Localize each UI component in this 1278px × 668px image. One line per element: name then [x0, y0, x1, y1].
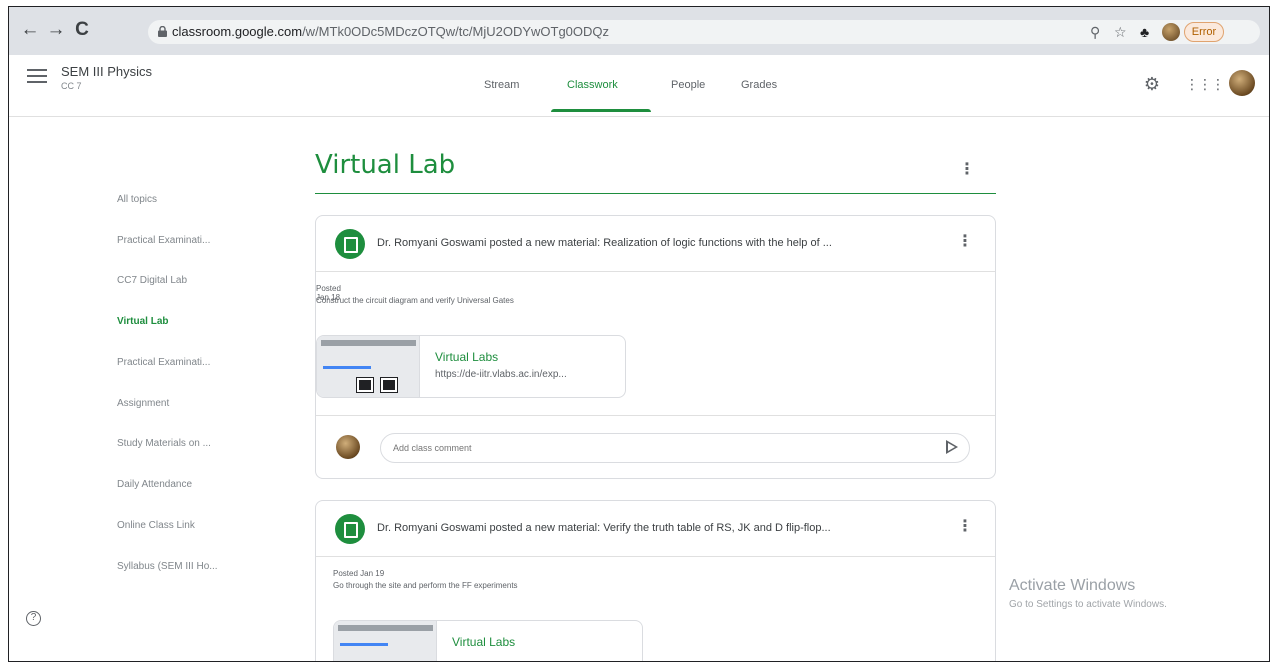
- more-vert-icon[interactable]: ⋮: [959, 159, 975, 179]
- classroom-header: SEM III Physics CC 7 Stream Classwork Pe…: [9, 55, 1269, 117]
- browser-toolbar: ← → C classroom.google.com/w/MTk0ODc5MDc…: [9, 7, 1269, 55]
- forward-icon[interactable]: →: [45, 19, 67, 41]
- url-text: classroom.google.com/w/MTk0ODc5MDczOTQw/…: [172, 24, 609, 39]
- card-title[interactable]: Dr. Romyani Goswami posted a new materia…: [377, 522, 831, 534]
- class-subtitle: CC 7: [61, 81, 82, 91]
- card-title[interactable]: Dr. Romyani Goswami posted a new materia…: [377, 237, 832, 249]
- topic-all[interactable]: All topics: [117, 194, 157, 205]
- menu-icon[interactable]: [27, 69, 47, 85]
- class-title[interactable]: SEM III Physics: [61, 64, 152, 79]
- help-icon[interactable]: ?: [26, 611, 41, 626]
- comment-input[interactable]: [380, 433, 970, 463]
- address-bar[interactable]: classroom.google.com/w/MTk0ODc5MDczOTQw/…: [148, 20, 1260, 44]
- more-vert-icon[interactable]: ⋮: [957, 231, 973, 251]
- activation-watermark-subtitle: Go to Settings to activate Windows.: [1009, 599, 1167, 610]
- more-vert-icon[interactable]: ⋮: [957, 516, 973, 536]
- topic-virtual-lab[interactable]: Virtual Lab: [117, 316, 169, 327]
- extension-icon[interactable]: ♣: [1140, 23, 1149, 41]
- comment-row: [316, 415, 995, 477]
- url-path: /w/MTk0ODc5MDczOTQw/tc/MjU2ODYwOTg0ODQz: [302, 24, 610, 39]
- screen-frame: ← → C classroom.google.com/w/MTk0ODc5MDc…: [8, 6, 1270, 662]
- star-icon[interactable]: ☆: [1114, 23, 1127, 41]
- avatar: [336, 435, 360, 459]
- error-badge[interactable]: Error: [1184, 22, 1224, 42]
- settings-icon[interactable]: ⚙: [1142, 74, 1162, 94]
- topic-practical-exam-2[interactable]: Practical Examinati...: [117, 357, 210, 368]
- posted-date-text: Posted Jan 19: [333, 569, 385, 578]
- attachment-link[interactable]: Virtual Labs https://de-iitr.vlabs.ac.in…: [316, 335, 626, 398]
- tab-grades[interactable]: Grades: [741, 79, 777, 91]
- card-body: Posted Jan 18 Construct the circuit diag…: [316, 273, 956, 413]
- card-header[interactable]: Dr. Romyani Goswami posted a new materia…: [316, 216, 995, 272]
- lock-icon: [158, 26, 167, 37]
- topic-daily-attendance[interactable]: Daily Attendance: [117, 479, 192, 490]
- topic-syllabus[interactable]: Syllabus (SEM III Ho...: [117, 561, 218, 572]
- section-divider: [315, 193, 996, 194]
- material-card: Dr. Romyani Goswami posted a new materia…: [315, 500, 996, 661]
- topic-cc7-digital-lab[interactable]: CC7 Digital Lab: [117, 275, 187, 286]
- card-body: Posted Jan 19 Go through the site and pe…: [333, 558, 973, 661]
- active-tab-indicator: [551, 109, 651, 112]
- send-icon[interactable]: [946, 440, 958, 454]
- url-host: classroom.google.com: [172, 24, 303, 39]
- attachment-thumbnail: [317, 336, 420, 397]
- profile-avatar[interactable]: [1162, 23, 1180, 41]
- section-title: Virtual Lab: [315, 150, 456, 180]
- attachment-link[interactable]: Virtual Labs: [333, 620, 643, 661]
- reload-icon[interactable]: C: [71, 19, 93, 41]
- attachment-thumbnail: [334, 621, 437, 661]
- material-icon: [335, 514, 365, 544]
- avatar[interactable]: [1229, 70, 1255, 96]
- tab-stream[interactable]: Stream: [484, 79, 519, 91]
- attachment-url: https://de-iitr.vlabs.ac.in/exp...: [435, 369, 567, 380]
- zoom-icon[interactable]: ⚲: [1090, 23, 1100, 41]
- activation-watermark-title: Activate Windows: [1009, 577, 1136, 594]
- card-header[interactable]: Dr. Romyani Goswami posted a new materia…: [316, 501, 995, 557]
- topic-online-class-link[interactable]: Online Class Link: [117, 520, 195, 531]
- back-icon[interactable]: ←: [19, 19, 41, 41]
- card-description-text: Construct the circuit diagram and verify…: [316, 296, 514, 305]
- topic-practical-exam-1[interactable]: Practical Examinati...: [117, 235, 210, 246]
- attachment-title[interactable]: Virtual Labs: [435, 350, 498, 364]
- material-icon: [335, 229, 365, 259]
- tab-classwork[interactable]: Classwork: [567, 79, 618, 91]
- card-description-text: Go through the site and perform the FF e…: [333, 581, 518, 590]
- topic-assignment[interactable]: Assignment: [117, 398, 169, 409]
- topic-study-materials[interactable]: Study Materials on ...: [117, 438, 211, 449]
- tab-people[interactable]: People: [671, 79, 705, 91]
- material-card: Dr. Romyani Goswami posted a new materia…: [315, 215, 996, 479]
- apps-icon[interactable]: ⋮⋮⋮: [1185, 74, 1225, 94]
- attachment-title[interactable]: Virtual Labs: [452, 635, 515, 649]
